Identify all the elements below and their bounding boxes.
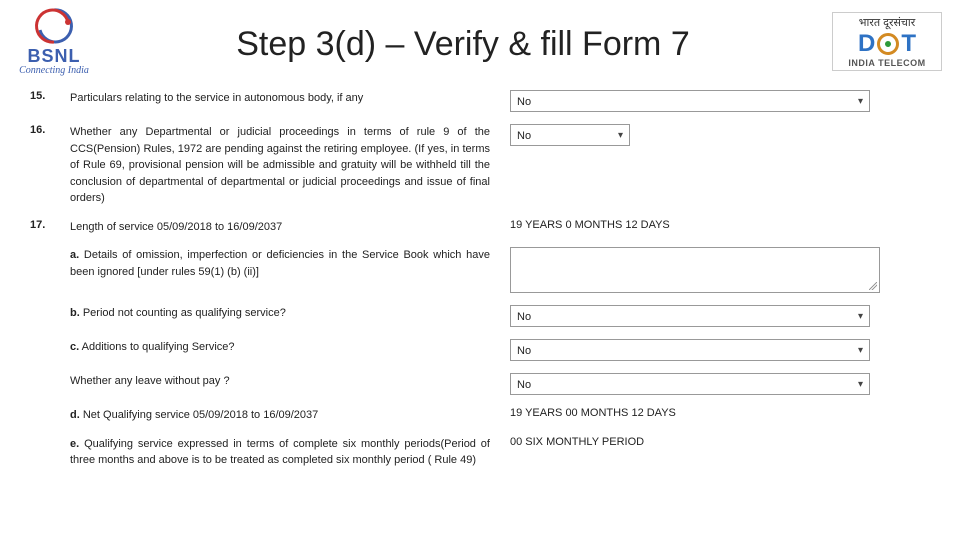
length-of-service-value: 19 YEARS 0 MONTHS 12 DAYS <box>510 219 930 231</box>
bsnl-tagline: Connecting India <box>19 65 89 76</box>
dot-mid-icon: D T <box>835 30 939 58</box>
row-17-lwp: Whether any leave without pay ? No <box>30 373 930 395</box>
bsnl-logo: BSNL Connecting India <box>14 6 94 76</box>
row-15: 15. Particulars relating to the service … <box>30 90 930 112</box>
row-17a: a. Details of omission, imperfection or … <box>30 247 930 293</box>
row-label: b. Period not counting as qualifying ser… <box>70 305 510 322</box>
row-17: 17. Length of service 05/09/2018 to 16/0… <box>30 219 930 236</box>
six-monthly-value: 00 SIX MONTHLY PERIOD <box>510 436 930 448</box>
form-area: 15. Particulars relating to the service … <box>0 80 960 469</box>
row-17d: d. Net Qualifying service 05/09/2018 to … <box>30 407 930 424</box>
dot-bottom: INDIA TELECOM <box>835 58 939 68</box>
row-17b: b. Period not counting as qualifying ser… <box>30 305 930 327</box>
row-label: Whether any leave without pay ? <box>70 373 510 390</box>
dot-logo: भारत दूरसंचार D T INDIA TELECOM <box>832 12 942 71</box>
row-label: Length of service 05/09/2018 to 16/09/20… <box>70 219 510 236</box>
lwp-select[interactable]: No <box>510 373 870 395</box>
net-qualifying-value: 19 YEARS 00 MONTHS 12 DAYS <box>510 407 930 419</box>
row-17e: e. Qualifying service expressed in terms… <box>30 436 930 469</box>
row-label: d. Net Qualifying service 05/09/2018 to … <box>70 407 510 424</box>
additions-select[interactable]: No <box>510 339 870 361</box>
row-17c: c. Additions to qualifying Service? No <box>30 339 930 361</box>
bsnl-name: BSNL <box>28 46 81 67</box>
page-title: Step 3(d) – Verify & fill Form 7 <box>94 25 832 64</box>
row-label: Whether any Departmental or judicial pro… <box>70 124 510 207</box>
row-label: Particulars relating to the service in a… <box>70 90 510 107</box>
row-label: e. Qualifying service expressed in terms… <box>70 436 510 469</box>
dot-hindi: भारत दूरसंचार <box>835 15 939 30</box>
row-number: 15. <box>30 90 70 102</box>
row-number: 16. <box>30 124 70 136</box>
row-16: 16. Whether any Departmental or judicial… <box>30 124 930 207</box>
bsnl-swirl-icon <box>34 6 74 46</box>
omission-textarea[interactable] <box>510 247 880 293</box>
row-label: a. Details of omission, imperfection or … <box>70 247 510 280</box>
row-number: 17. <box>30 219 70 231</box>
autonomous-body-select[interactable]: No <box>510 90 870 112</box>
row-label: c. Additions to qualifying Service? <box>70 339 510 356</box>
proceedings-select[interactable]: No <box>510 124 630 146</box>
not-counting-select[interactable]: No <box>510 305 870 327</box>
